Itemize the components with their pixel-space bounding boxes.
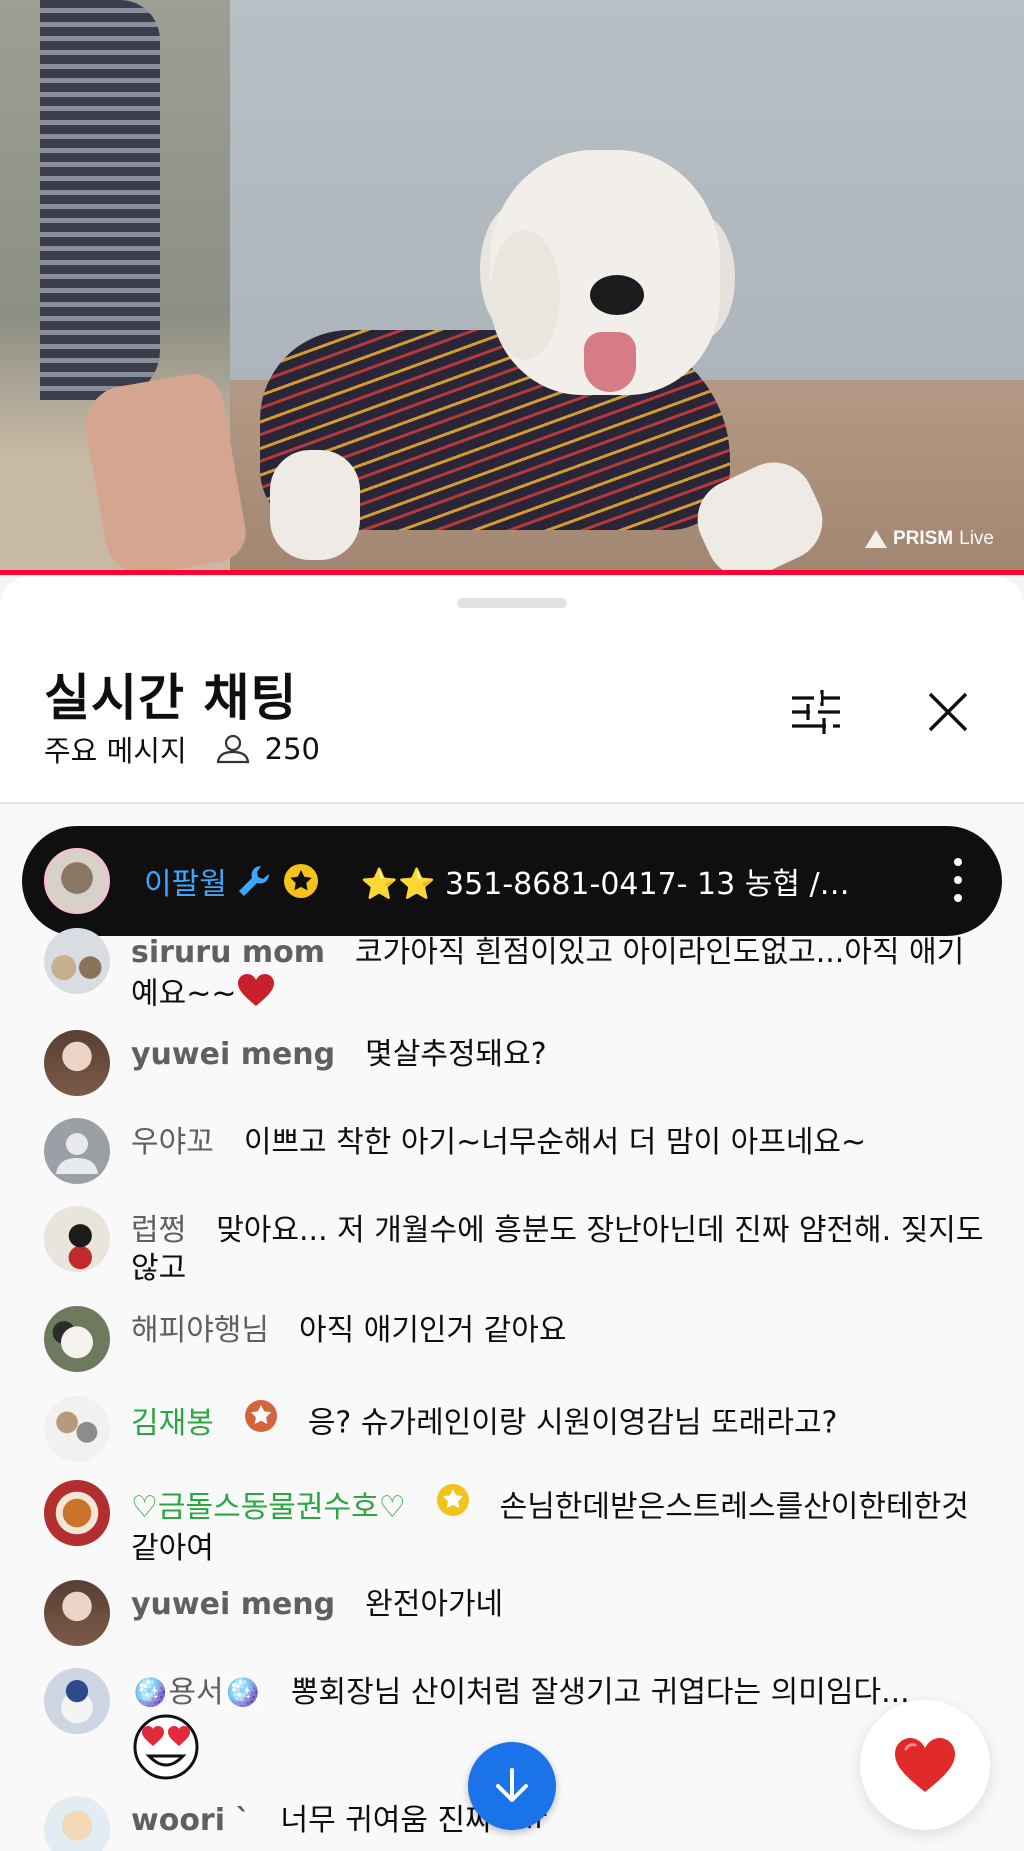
pinned-text: ⭐⭐ 351-8681-0417- 13 농협 /… xyxy=(360,867,850,902)
message-text: 이쁘고 착한 아기~너무순해서 더 맘이 아프네요~ xyxy=(243,1125,867,1160)
disco-ball-icon: 🪩 xyxy=(131,1675,169,1710)
avatar[interactable] xyxy=(44,1668,110,1734)
message-author[interactable]: 🪩용서🪩 xyxy=(131,1675,261,1710)
chat-message[interactable]: 해피야행님 아직 애기인거 같아요 xyxy=(44,1306,984,1372)
avatar[interactable] xyxy=(44,1206,110,1272)
chat-message[interactable]: 우야꼬 이쁘고 착한 아기~너무순해서 더 맘이 아프네요~ xyxy=(44,1118,984,1184)
star-badge-icon xyxy=(283,864,318,898)
person-icon xyxy=(216,734,249,764)
message-text: 몇살추정돼요? xyxy=(365,1037,547,1072)
heart-emoji-icon xyxy=(236,972,276,1018)
chat-title: 실시간 채팅 xyxy=(44,669,298,727)
chat-message[interactable]: 럽쩡 맞아요... 저 개월수에 흥분도 장난아닌데 진짜 얌전해. 짖지도 않고 xyxy=(44,1206,984,1288)
viewer-count: 250 xyxy=(264,732,320,766)
video-scene xyxy=(584,332,636,392)
message-author[interactable]: siruru mom xyxy=(131,935,325,970)
avatar[interactable] xyxy=(44,1396,110,1462)
viewer-count-group: 250 xyxy=(215,732,320,766)
video-scene xyxy=(40,0,160,400)
filter-icon xyxy=(792,690,840,734)
heart-eyes-emoji-icon xyxy=(131,1714,201,1790)
message-author[interactable]: 우야꼬 xyxy=(131,1125,214,1160)
message-text: 아직 애기인거 같아요 xyxy=(299,1313,567,1348)
message-author[interactable]: 럽쩡 xyxy=(131,1213,186,1248)
avatar[interactable] xyxy=(44,1306,110,1372)
message-author[interactable]: ♡금돌스동물권수호♡ xyxy=(131,1490,406,1525)
close-icon xyxy=(928,692,968,732)
disco-ball-icon: 🪩 xyxy=(223,1675,261,1710)
avatar[interactable] xyxy=(44,1030,110,1096)
heart-icon xyxy=(895,1738,955,1792)
pinned-message[interactable]: 이팔월 ⭐⭐ 351-8681-0417- 13 농협 /… xyxy=(22,826,1002,936)
chat-subheader: 주요 메시지 250 xyxy=(44,728,320,770)
close-button[interactable] xyxy=(922,686,974,738)
arrow-down-icon xyxy=(496,1768,528,1802)
prism-watermark: PRISM Live xyxy=(864,528,994,550)
message-author[interactable]: 해피야행님 xyxy=(131,1313,269,1348)
avatar[interactable] xyxy=(44,928,110,994)
chat-message[interactable]: 김재봉 응? 슈가레인이랑 시원이영감님 또래라고? xyxy=(44,1396,984,1462)
pinned-avatar xyxy=(44,848,110,914)
chat-message[interactable]: ♡금돌스동물권수호♡ 손님한데받은스트레스를산이한테한것같아여 xyxy=(44,1480,984,1568)
message-text: 뽕회장님 산이처럼 잘생기고 귀엽다는 의미임다... xyxy=(290,1675,910,1710)
prism-suffix: Live xyxy=(959,528,994,549)
more-vert-icon[interactable] xyxy=(954,858,962,904)
chat-message[interactable]: yuwei meng 몇살추정돼요? xyxy=(44,1030,984,1096)
message-text: 완전아가네 xyxy=(365,1587,504,1622)
message-author[interactable]: woori ` xyxy=(131,1803,250,1838)
message-text: 응? 슈가레인이랑 시원이영감님 또래라고? xyxy=(307,1405,838,1441)
avatar[interactable] xyxy=(44,1118,110,1184)
drag-handle[interactable] xyxy=(457,598,567,608)
message-text: 맞아요... 저 개월수에 흥분도 장난아닌데 진짜 얌전해. 짖지도 않고 xyxy=(131,1213,984,1286)
message-author[interactable]: yuwei meng xyxy=(131,1037,335,1072)
video-progress-fill xyxy=(0,570,1024,575)
filter-button[interactable] xyxy=(788,684,844,740)
chat-message[interactable]: yuwei meng 완전아가네 xyxy=(44,1580,984,1646)
video-scene xyxy=(590,275,644,315)
video-scene xyxy=(490,230,560,360)
avatar[interactable] xyxy=(44,1580,110,1646)
wrench-icon xyxy=(238,865,269,896)
member-star-badge-icon xyxy=(244,1399,278,1443)
heart-reaction-button[interactable] xyxy=(860,1700,990,1830)
video-scene xyxy=(270,450,360,560)
chat-message[interactable]: siruru mom 코가아직 흰점이있고 아이라인도없고...아직 애기예요~~ xyxy=(44,928,984,1018)
prism-brand: PRISM xyxy=(892,528,954,549)
message-author[interactable]: yuwei meng xyxy=(131,1587,335,1622)
message-author[interactable]: 김재봉 xyxy=(131,1406,214,1441)
avatar[interactable] xyxy=(44,1796,110,1851)
video-progress-bar[interactable] xyxy=(0,570,1024,575)
scroll-to-bottom-button[interactable] xyxy=(468,1742,556,1830)
chat-mode-label[interactable]: 주요 메시지 xyxy=(44,728,187,770)
avatar[interactable] xyxy=(44,1480,110,1546)
pinned-author: 이팔월 xyxy=(144,867,227,902)
prism-logo-icon xyxy=(864,530,887,548)
member-star-badge-icon xyxy=(436,1483,470,1527)
video-player[interactable]: PRISM Live xyxy=(0,0,1024,572)
